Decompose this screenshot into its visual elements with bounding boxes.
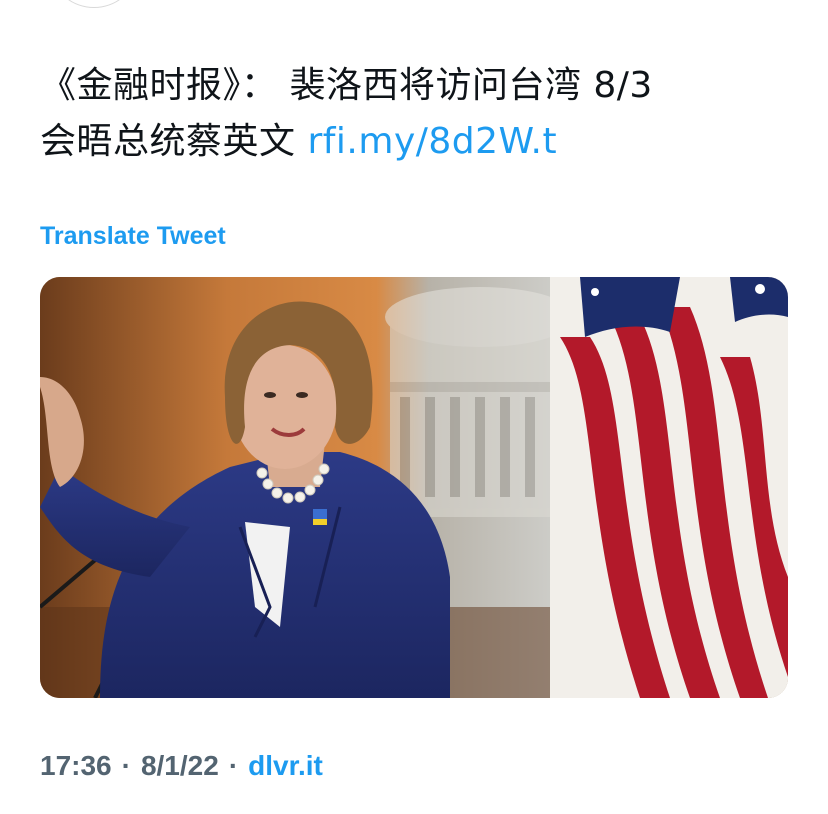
tweet-text: 《金融时报》： 裴洛西将访问台湾 8/3 会晤总统蔡英文 rfi.my/8d2W… (40, 58, 800, 170)
translate-tweet-link[interactable]: Translate Tweet (40, 222, 226, 251)
tweet-meta: 17:36 · 8/1/22 · dlvr.it (40, 750, 323, 782)
tweet-media-image[interactable] (40, 277, 788, 698)
meta-separator: · (228, 750, 239, 781)
tweet-link[interactable]: rfi.my/8d2W.t (307, 121, 557, 162)
tweet-text-line-2-prefix: 会晤总统蔡英文 (40, 121, 308, 162)
avatar[interactable] (54, 0, 134, 8)
tweet-source-link[interactable]: dlvr.it (248, 750, 323, 781)
tweet-text-line-2: 会晤总统蔡英文 rfi.my/8d2W.t (40, 114, 800, 170)
press-conference-photo (40, 277, 788, 698)
tweet-detail: 《金融时报》： 裴洛西将访问台湾 8/3 会晤总统蔡英文 rfi.my/8d2W… (0, 0, 828, 814)
tweet-date: 8/1/22 (140, 750, 219, 781)
tweet-text-line-1: 《金融时报》： 裴洛西将访问台湾 8/3 (40, 65, 653, 106)
meta-separator: · (121, 750, 131, 781)
tweet-time: 17:36 (40, 750, 112, 781)
